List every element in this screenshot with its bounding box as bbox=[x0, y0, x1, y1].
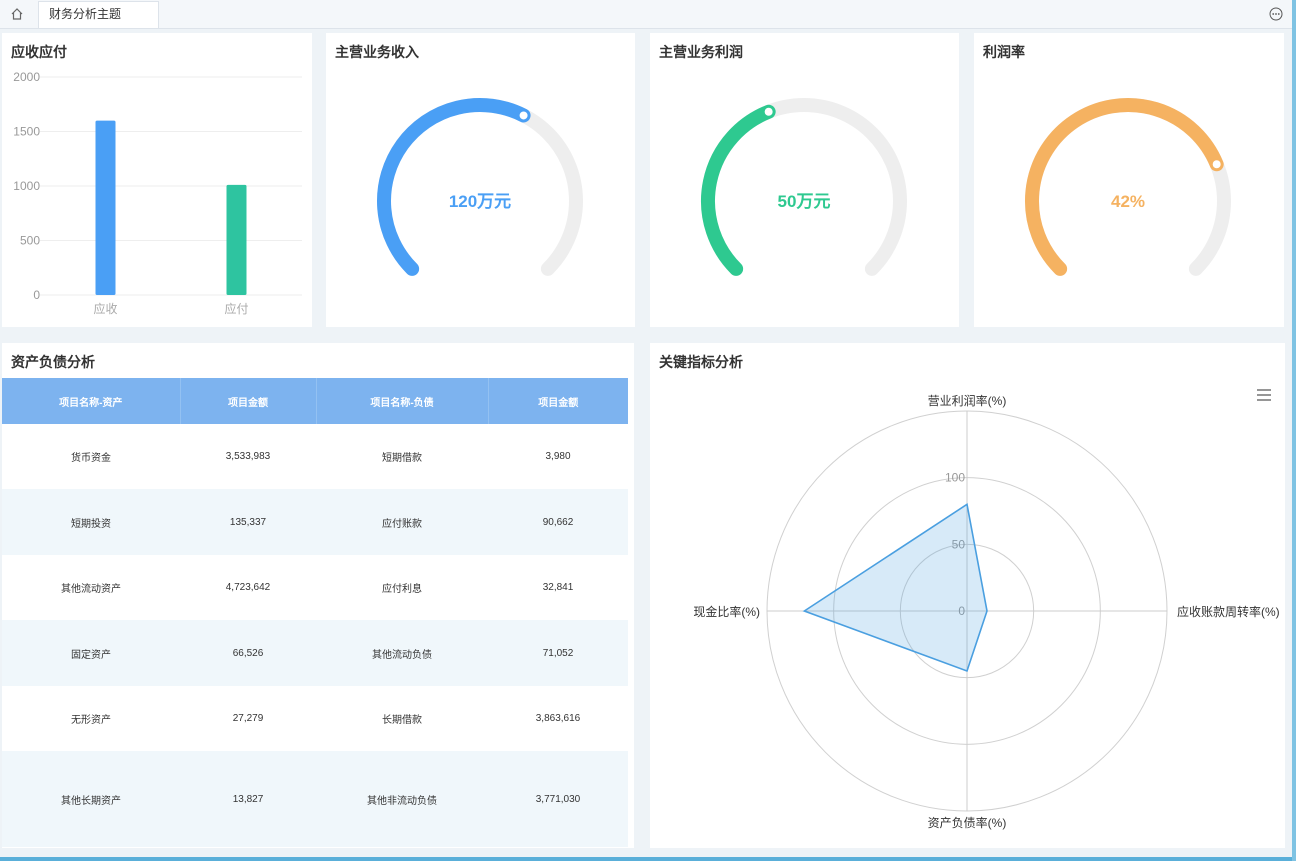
gauge-handle bbox=[1210, 158, 1223, 171]
y-tick-label: 1500 bbox=[13, 125, 40, 139]
table-cell: 其他非流动负债 bbox=[316, 751, 488, 847]
margin-gauge: 42% bbox=[1025, 98, 1231, 276]
y-tick-label: 2000 bbox=[13, 70, 40, 84]
table-row[interactable]: 短期投资 135,337 应付账款 90,662 bbox=[2, 489, 628, 555]
radar-indicator-label: 资产负债率(%) bbox=[928, 815, 1007, 830]
table-cell: 135,337 bbox=[180, 489, 316, 555]
y-tick-label: 500 bbox=[20, 234, 40, 248]
y-tick-label: 0 bbox=[33, 288, 40, 302]
kpi-radar-chart: 050100营业利润率(%)应收账款周转率(%)资产负债率(%)现金比率(%) bbox=[693, 393, 1280, 830]
table-cell: 3,863,616 bbox=[535, 713, 581, 724]
gauge-value: 50万元 bbox=[778, 192, 831, 211]
table-row[interactable]: 其他流动资产 4,723,642 应付利息 32,841 bbox=[2, 555, 628, 620]
radar-indicator-label: 营业利润率(%) bbox=[928, 393, 1007, 408]
table-cell: 其他流动负债 bbox=[316, 620, 488, 686]
table-cell: 90,662 bbox=[488, 489, 628, 555]
right-border bbox=[1292, 0, 1296, 861]
ar-ap-panel: 应收 应付 0 500 1000 1500 2000 应收 应付 bbox=[2, 33, 312, 327]
column-header[interactable]: 项目金额 bbox=[180, 378, 317, 424]
gauge-handle bbox=[762, 105, 775, 118]
home-button[interactable] bbox=[0, 0, 34, 28]
table-cell: 3,533,983 bbox=[225, 451, 271, 462]
tab-bar: 财务分析主题 bbox=[0, 0, 1296, 29]
table-cell: 短期借款 bbox=[382, 453, 422, 464]
gauge-panel-margin: 利润率 42% bbox=[974, 33, 1284, 327]
gauge-panel-revenue: 主营业务收入 120万元 bbox=[326, 33, 635, 327]
table-row[interactable]: 无形资产 27,279 长期借款 3,863,616 bbox=[2, 686, 628, 751]
bar bbox=[226, 184, 247, 295]
radar-tick-label: 100 bbox=[945, 471, 965, 485]
balance-table: 项目名称-资产 项目金额 项目名称-负债 项目金额 货币资金 3,533,983… bbox=[2, 378, 628, 847]
hamburger-menu-icon bbox=[1257, 389, 1271, 401]
table-row[interactable]: 其他长期资产 13,827 其他非流动负债 3,771,030 bbox=[2, 751, 628, 847]
table-cell: 66,526 bbox=[180, 620, 316, 686]
tab-financial-analysis[interactable]: 财务分析主题 bbox=[38, 1, 159, 28]
table-cell: 其他流动资产 bbox=[61, 584, 121, 595]
radar-series-area bbox=[802, 503, 988, 673]
table-cell: 长期借款 bbox=[382, 715, 422, 726]
table-cell: 13,827 bbox=[180, 751, 316, 847]
home-icon bbox=[11, 8, 23, 20]
bottom-border bbox=[0, 857, 1296, 861]
more-options-icon bbox=[1269, 7, 1283, 21]
table-cell: 无形资产 bbox=[71, 715, 111, 726]
gauge-progress bbox=[1025, 98, 1224, 276]
radar-indicator-label: 应收账款周转率(%) bbox=[1177, 604, 1280, 619]
table-row[interactable]: 货币资金 3,533,983 短期借款 3,980 bbox=[2, 424, 628, 489]
table-cell: 3,980 bbox=[545, 451, 571, 462]
table-cell: 3,771,030 bbox=[488, 751, 628, 847]
gauge-progress bbox=[377, 98, 531, 276]
radar-indicator-label: 现金比率(%) bbox=[693, 604, 760, 619]
table-cell: 应付账款 bbox=[316, 489, 488, 555]
table-cell: 32,841 bbox=[542, 582, 574, 593]
gauge-handle bbox=[517, 109, 530, 122]
kpi-panel: 关键指标分析 050100营业利润率(%)应收账款周转率(%)资产负债率(%)现… bbox=[650, 343, 1285, 848]
table-row[interactable]: 固定资产 66,526 其他流动负债 71,052 bbox=[2, 620, 628, 686]
gauge-value: 120万元 bbox=[449, 192, 511, 211]
column-header[interactable]: 项目金额 bbox=[488, 378, 628, 424]
bar bbox=[95, 120, 116, 295]
table-header-row: 项目名称-资产 项目金额 项目名称-负债 项目金额 bbox=[2, 378, 628, 424]
ar-ap-bar-chart: 0 500 1000 1500 2000 应收 应付 bbox=[13, 70, 302, 316]
gauge-value: 42% bbox=[1111, 192, 1145, 211]
table-cell: 27,279 bbox=[232, 713, 264, 724]
gauge-panel-profit: 主营业务利润 50万元 bbox=[650, 33, 959, 327]
revenue-gauge: 120万元 bbox=[377, 98, 583, 276]
table-cell: 货币资金 bbox=[71, 453, 111, 464]
table-cell: 短期投资 bbox=[2, 489, 180, 555]
x-tick-label: 应收 bbox=[93, 301, 117, 316]
table-cell: 固定资产 bbox=[2, 620, 180, 686]
x-tick-label: 应付 bbox=[224, 301, 248, 316]
balance-title: 资产负债分析 bbox=[11, 354, 95, 370]
table-cell: 应付利息 bbox=[382, 584, 422, 595]
column-header[interactable]: 项目名称-资产 bbox=[2, 378, 181, 424]
chart-menu-button[interactable] bbox=[1255, 387, 1273, 403]
table-cell: 4,723,642 bbox=[225, 582, 271, 593]
gauge-progress bbox=[701, 104, 776, 276]
more-options-button[interactable] bbox=[1269, 7, 1283, 26]
column-header[interactable]: 项目名称-负债 bbox=[316, 378, 489, 424]
table-cell: 71,052 bbox=[488, 620, 628, 686]
y-tick-label: 1000 bbox=[13, 179, 40, 193]
table-cell: 其他长期资产 bbox=[2, 751, 180, 847]
profit-gauge: 50万元 bbox=[701, 98, 907, 276]
